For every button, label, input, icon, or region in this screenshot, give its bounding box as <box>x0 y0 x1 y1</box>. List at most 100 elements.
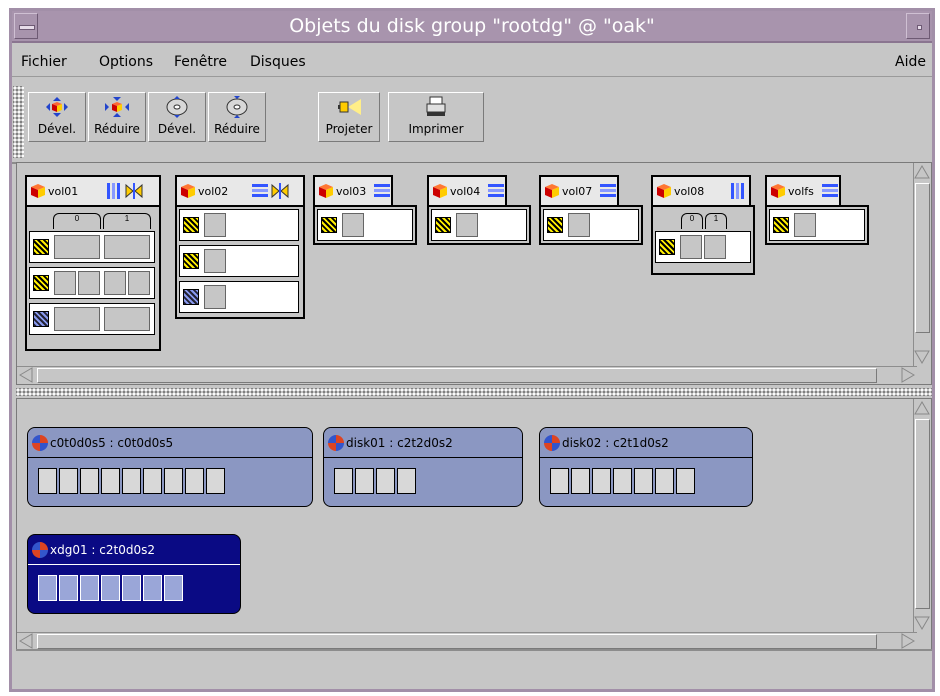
region[interactable] <box>571 468 590 494</box>
volume-volfs[interactable]: volfs <box>765 175 869 245</box>
scroll-up-icon[interactable] <box>914 163 931 181</box>
subdisk[interactable] <box>794 213 816 237</box>
scroll-left-icon[interactable] <box>17 367 35 384</box>
minimize-button[interactable] <box>906 13 930 39</box>
disk-c0t0d0s5[interactable]: c0t0d0s5 : c0t0d0s5 <box>27 427 313 507</box>
plex-row[interactable] <box>317 209 413 241</box>
subdisk[interactable] <box>78 271 100 295</box>
scroll-down-icon[interactable] <box>914 614 931 632</box>
collapse-volume-button[interactable]: Réduire <box>88 92 146 142</box>
scroll-down-icon[interactable] <box>914 348 931 366</box>
region[interactable] <box>164 468 183 494</box>
menu-fenetre[interactable]: Fenêtre <box>174 54 227 70</box>
disks-vscroll-thumb[interactable] <box>915 419 930 609</box>
plex-row[interactable] <box>179 209 299 241</box>
region[interactable] <box>185 468 204 494</box>
region[interactable] <box>143 575 162 601</box>
plex-row[interactable] <box>655 231 751 263</box>
volumes-vscroll-thumb[interactable] <box>915 183 930 333</box>
plex-icon <box>435 217 451 233</box>
print-button[interactable]: Imprimer <box>388 92 484 142</box>
scroll-left-icon[interactable] <box>17 633 35 650</box>
region[interactable] <box>613 468 632 494</box>
toolbar-grip[interactable] <box>13 86 24 158</box>
scroll-right-icon[interactable] <box>899 633 917 650</box>
volume-vol04[interactable]: vol04 <box>427 175 531 245</box>
disks-hscroll-thumb[interactable] <box>37 634 877 649</box>
region[interactable] <box>355 468 374 494</box>
region[interactable] <box>397 468 416 494</box>
plex-row[interactable] <box>543 209 639 241</box>
subdisk[interactable] <box>680 235 702 259</box>
plex-row[interactable] <box>769 209 865 241</box>
menu-disques[interactable]: Disques <box>250 54 306 70</box>
subdisk[interactable] <box>568 213 590 237</box>
region[interactable] <box>164 575 183 601</box>
volumes-hscroll-thumb[interactable] <box>37 368 877 383</box>
region[interactable] <box>634 468 653 494</box>
expand-volume-button[interactable]: Dével. <box>28 92 86 142</box>
volumes-horizontal-scrollbar[interactable] <box>17 366 917 384</box>
disk-disk02[interactable]: disk02 : c2t1d0s2 <box>539 427 753 507</box>
subdisk[interactable] <box>204 213 226 237</box>
disk-header: xdg01 : c2t0d0s2 <box>28 535 240 565</box>
plex-row[interactable] <box>179 281 299 313</box>
subdisk[interactable] <box>128 271 150 295</box>
subdisk[interactable] <box>104 271 126 295</box>
region[interactable] <box>655 468 674 494</box>
project-button[interactable]: Projeter <box>318 92 380 142</box>
subdisk[interactable] <box>104 307 150 331</box>
plex-row[interactable] <box>29 231 155 263</box>
volume-vol08[interactable]: vol08 0 1 <box>651 175 755 275</box>
region[interactable] <box>80 468 99 494</box>
region[interactable] <box>143 468 162 494</box>
pane-splitter[interactable] <box>16 388 932 396</box>
subdisk[interactable] <box>104 235 150 259</box>
disk-disk01[interactable]: disk01 : c2t2d0s2 <box>323 427 523 507</box>
plex-row[interactable] <box>29 267 155 299</box>
region[interactable] <box>101 468 120 494</box>
subdisk[interactable] <box>342 213 364 237</box>
menu-options[interactable]: Options <box>99 54 153 70</box>
volumes-vertical-scrollbar[interactable] <box>913 163 931 366</box>
volume-vol01[interactable]: vol01 0 1 <box>25 175 161 351</box>
region[interactable] <box>38 575 57 601</box>
region[interactable] <box>122 575 141 601</box>
subdisk[interactable] <box>54 271 76 295</box>
region[interactable] <box>376 468 395 494</box>
menu-fichier[interactable]: Fichier <box>21 54 67 70</box>
subdisk[interactable] <box>704 235 726 259</box>
subdisk[interactable] <box>204 249 226 273</box>
region[interactable] <box>592 468 611 494</box>
region[interactable] <box>676 468 695 494</box>
menu-aide[interactable]: Aide <box>895 54 926 70</box>
subdisk[interactable] <box>54 307 100 331</box>
subdisk[interactable] <box>456 213 478 237</box>
region[interactable] <box>550 468 569 494</box>
volume-vol07[interactable]: vol07 <box>539 175 643 245</box>
plex-row[interactable] <box>29 303 155 335</box>
disks-horizontal-scrollbar[interactable] <box>17 632 917 650</box>
region[interactable] <box>38 468 57 494</box>
region[interactable] <box>334 468 353 494</box>
plex-row[interactable] <box>431 209 527 241</box>
region[interactable] <box>59 468 78 494</box>
region[interactable] <box>122 468 141 494</box>
scroll-up-icon[interactable] <box>914 399 931 417</box>
volume-vol02[interactable]: vol02 <box>175 175 305 319</box>
region[interactable] <box>59 575 78 601</box>
scroll-right-icon[interactable] <box>899 367 917 384</box>
subdisk[interactable] <box>54 235 100 259</box>
window-menu-button[interactable] <box>14 13 38 39</box>
region[interactable] <box>80 575 99 601</box>
expand-disk-button[interactable]: Dével. <box>148 92 206 142</box>
volume-vol03[interactable]: vol03 <box>313 175 417 245</box>
collapse-disk-button[interactable]: Réduire <box>208 92 266 142</box>
subdisk[interactable] <box>204 285 226 309</box>
disk-xdg01-selected[interactable]: xdg01 : c2t0d0s2 <box>27 534 241 614</box>
region[interactable] <box>101 575 120 601</box>
disks-vertical-scrollbar[interactable] <box>913 399 931 632</box>
title-bar[interactable]: Objets du disk group "rootdg" @ "oak" <box>12 11 932 43</box>
region[interactable] <box>206 468 225 494</box>
plex-row[interactable] <box>179 245 299 277</box>
